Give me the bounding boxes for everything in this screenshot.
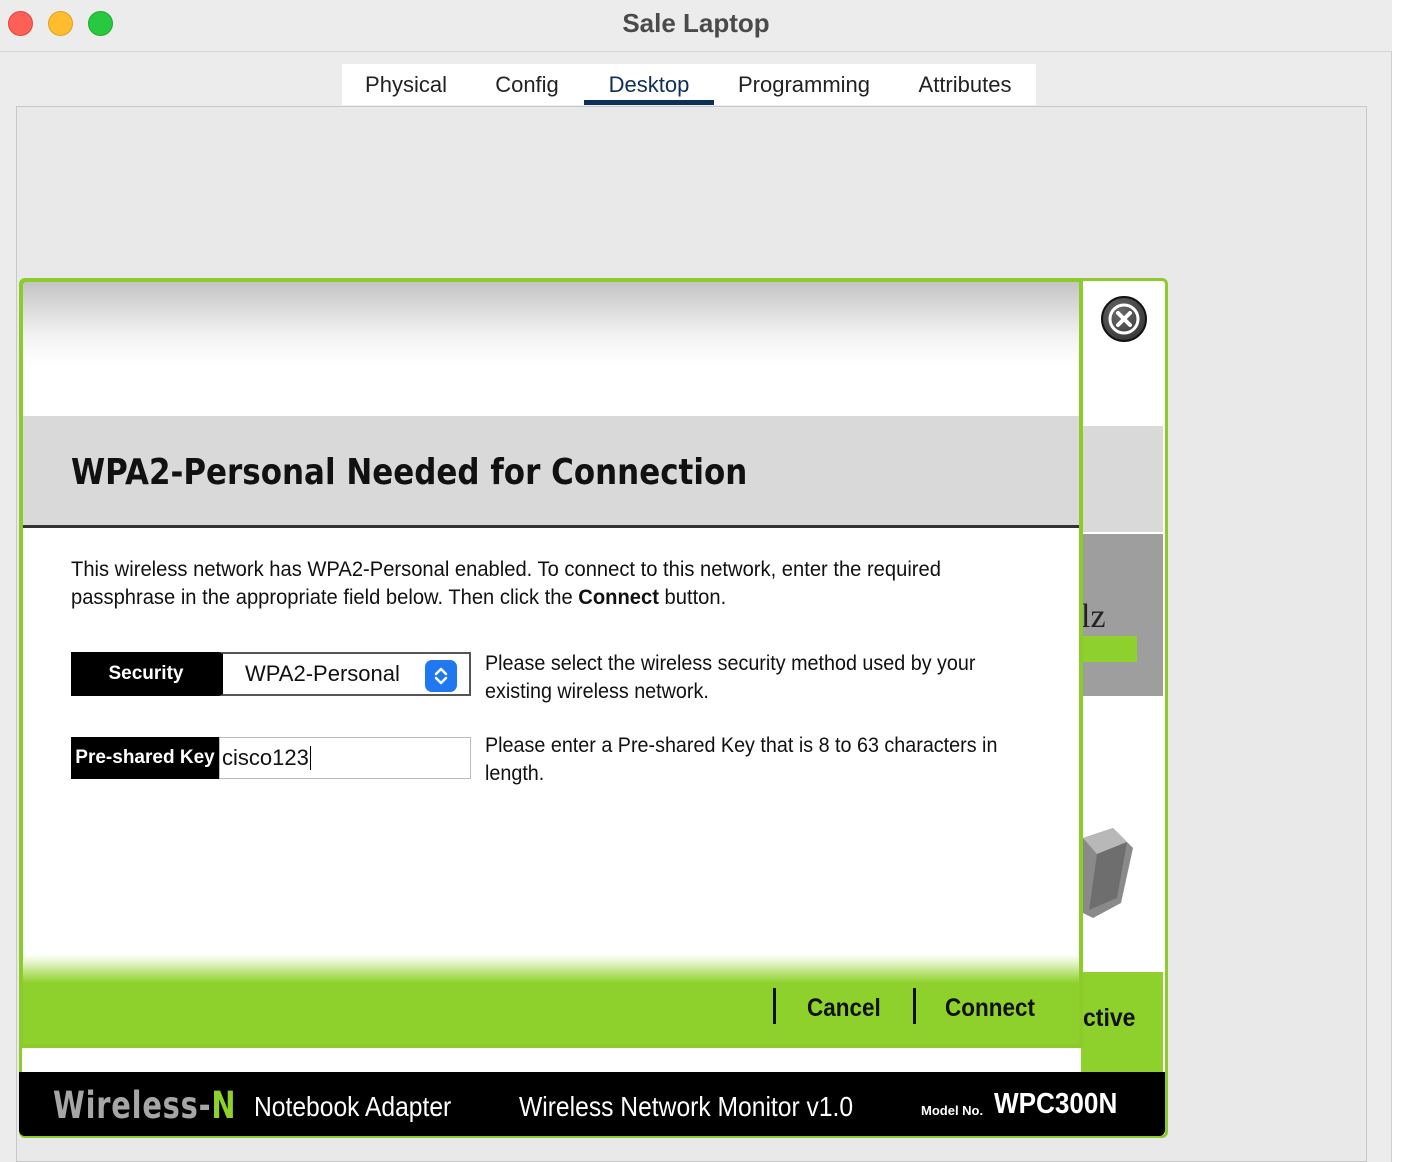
dialog-footer [23,954,1079,1044]
brand-logo: Wireless-N [53,1084,236,1127]
description-end: button. [658,586,727,609]
connect-button[interactable]: Connect [945,994,1035,1023]
window-title: Sale Laptop [622,8,770,38]
partial-label: ctive [1083,1004,1136,1032]
tab-bar: Physical Config Desktop Programming Attr… [342,64,1036,105]
tab-physical[interactable]: Physical [342,64,470,105]
cancel-button[interactable]: Cancel [807,994,881,1023]
model-number: WPC300N [994,1088,1118,1120]
security-label: Security [71,652,221,696]
app-window: Sale Laptop Physical Config Desktop Prog… [0,0,1392,1162]
brand-main: Wireless- [53,1084,212,1127]
wpa2-dialog: WPA2-Personal Needed for Connection This… [19,278,1083,1048]
psk-help: Please enter a Pre-shared Key that is 8 … [485,734,998,785]
close-circle-icon [1108,303,1140,335]
close-app-button[interactable] [1101,296,1147,342]
dialog-description: This wireless network has WPA2-Personal … [71,556,1031,612]
psk-label: Pre-shared Key [71,737,219,779]
security-select[interactable]: WPA2-Personal [219,652,471,696]
app-footer: Wireless-N Notebook Adapter Wireless Net… [19,1072,1165,1136]
model-label: Model No. [921,1103,984,1118]
side-panel-gray [1081,426,1163,532]
tab-programming[interactable]: Programming [714,64,894,105]
dialog-title: WPA2-Personal Needed for Connection [71,452,748,493]
description-text: This wireless network has WPA2-Personal … [71,558,941,609]
brand-accent: N [211,1084,237,1127]
product-name: Notebook Adapter [254,1091,452,1122]
text-caret [309,746,311,770]
psk-value: cisco123 [222,745,309,770]
monitor-version: Wireless Network Monitor v1.0 [519,1091,854,1122]
desktop-edge [1392,0,1410,1162]
dialog-top-gradient [23,282,1079,416]
dialog-header: WPA2-Personal Needed for Connection [23,416,1079,528]
description-bold: Connect [578,586,659,609]
wireless-network-monitor: lz ctive Wireless-N Notebook Adapter Wir… [19,278,1168,1138]
title-bar: Sale Laptop [0,0,1392,52]
signal-bar [1081,636,1137,662]
updown-chevron-icon [425,660,457,692]
adapter-device-icon [1083,828,1133,918]
psk-input[interactable]: cisco123 [219,737,471,779]
partial-text: lz [1081,598,1106,635]
tab-desktop[interactable]: Desktop [584,64,714,105]
tab-config[interactable]: Config [470,64,584,105]
security-select-value: WPA2-Personal [245,661,400,686]
connect-separator [913,988,916,1024]
security-help: Please select the wireless security meth… [485,652,976,703]
tab-attributes[interactable]: Attributes [894,64,1036,105]
cancel-separator [773,988,776,1024]
